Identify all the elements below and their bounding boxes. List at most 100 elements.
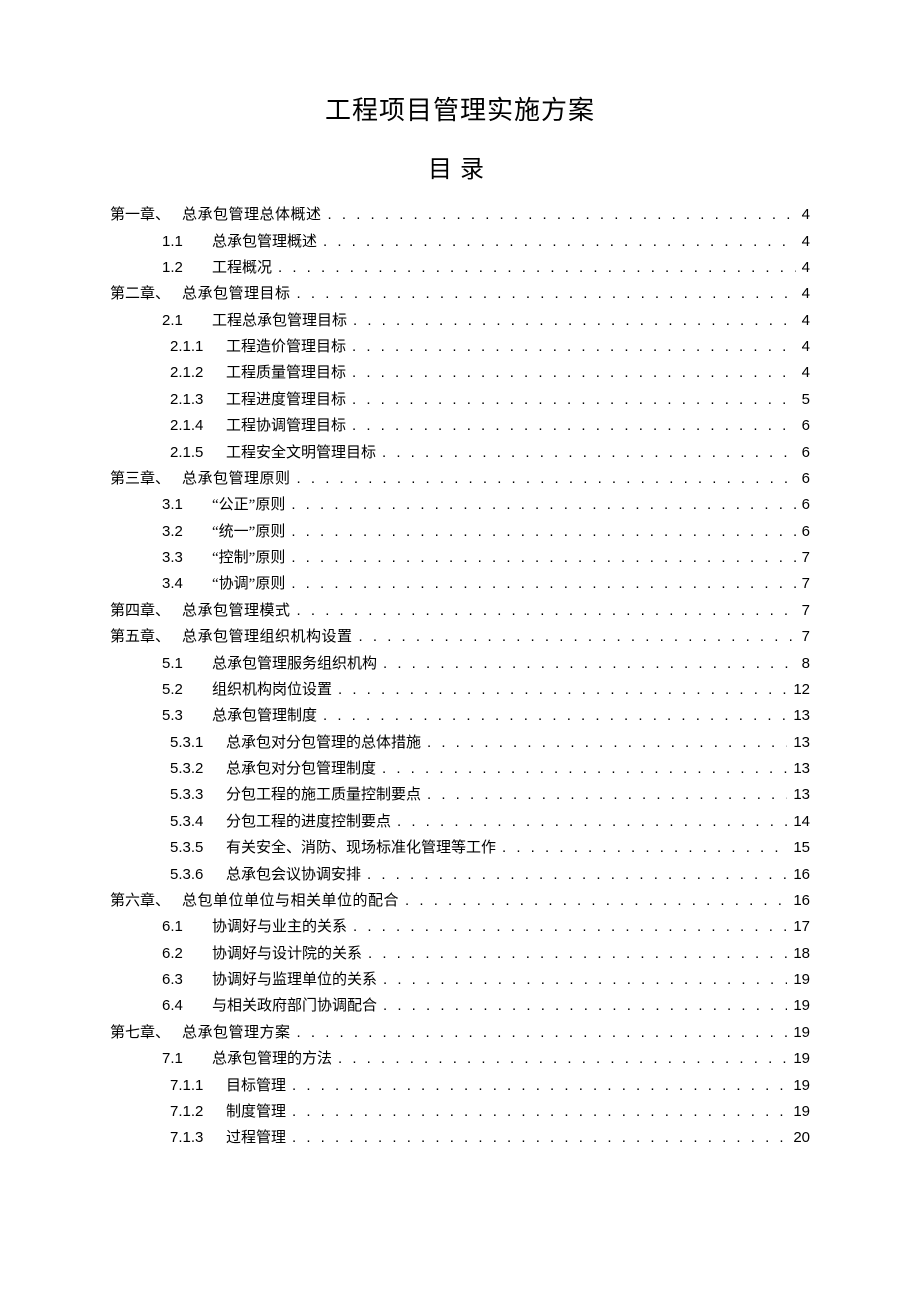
- toc-entry[interactable]: 2.1.1工程造价管理目标4: [110, 334, 810, 360]
- toc-entry[interactable]: 7.1.2制度管理19: [110, 1099, 810, 1125]
- toc-entry-title: 总承包管理原则: [182, 472, 291, 487]
- toc-leader-dots: [297, 286, 796, 301]
- toc-entry[interactable]: 5.3.6总承包会议协调安排16: [110, 861, 810, 887]
- toc-entry[interactable]: 第七章、总承包管理方案19: [110, 1020, 810, 1046]
- toc-entry-page: 13: [787, 735, 810, 750]
- toc-entry-page: 19: [787, 1025, 810, 1040]
- toc-entry[interactable]: 5.3.3分包工程的施工质量控制要点13: [110, 782, 810, 808]
- toc-entry-number: 1.2: [162, 260, 212, 275]
- toc-entry-page: 6: [796, 471, 810, 486]
- toc-entry-title: 制度管理: [226, 1105, 286, 1120]
- toc-leader-dots: [502, 840, 787, 855]
- toc-entry[interactable]: 第一章、总承包管理总体概述4: [110, 202, 810, 228]
- toc-entry-number: 6.2: [162, 946, 212, 961]
- toc-entry-page: 4: [796, 286, 810, 301]
- toc-entry[interactable]: 2.1.2工程质量管理目标4: [110, 360, 810, 386]
- toc-entry[interactable]: 7.1.1目标管理19: [110, 1072, 810, 1098]
- toc-entry-number: 2.1.4: [170, 418, 226, 433]
- toc-entry[interactable]: 5.3.1总承包对分包管理的总体措施13: [110, 730, 810, 756]
- toc-entry[interactable]: 2.1.4工程协调管理目标6: [110, 413, 810, 439]
- toc-entry-page: 4: [796, 260, 810, 275]
- toc-entry-number: 第七章、: [110, 1026, 182, 1041]
- toc-entry-page: 18: [787, 946, 810, 961]
- toc-entry-title: 总承包会议协调安排: [226, 868, 361, 883]
- toc-leader-dots: [328, 207, 796, 222]
- toc-entry-title: “控制”原则: [212, 551, 285, 566]
- toc-entry-number: 第三章、: [110, 472, 182, 487]
- toc-entry[interactable]: 5.3.4分包工程的进度控制要点14: [110, 809, 810, 835]
- toc-entry[interactable]: 第三章、总承包管理原则 6: [110, 466, 810, 492]
- toc-entry-page: 14: [787, 814, 810, 829]
- toc-entry-page: 7: [796, 603, 810, 618]
- toc-entry-number: 5.3.5: [170, 840, 226, 855]
- toc-leader-dots: [368, 946, 787, 961]
- toc-leader-dots: [352, 418, 796, 433]
- toc-entry[interactable]: 3.3“控制”原则7: [110, 545, 810, 571]
- toc-leader-dots: [297, 1025, 788, 1040]
- toc-leader-dots: [291, 497, 795, 512]
- toc-entry[interactable]: 5.3.5有关安全、消防、现场标准化管理等工作15: [110, 835, 810, 861]
- table-of-contents: 第一章、总承包管理总体概述41.1总承包管理概述41.2工程概况4第二章、总承包…: [110, 202, 810, 1152]
- toc-entry-number: 5.2: [162, 682, 212, 697]
- toc-entry[interactable]: 3.4“协调”原则7: [110, 571, 810, 597]
- toc-entry-title: 组织机构岗位设置: [212, 683, 332, 698]
- toc-entry[interactable]: 5.3.2总承包对分包管理制度13: [110, 756, 810, 782]
- toc-entry-title: 工程质量管理目标: [226, 366, 346, 381]
- toc-entry-page: 7: [796, 576, 810, 591]
- toc-entry[interactable]: 5.3总承包管理制度13: [110, 703, 810, 729]
- toc-leader-dots: [427, 735, 787, 750]
- toc-entry[interactable]: 2.1.3工程进度管理目标5: [110, 387, 810, 413]
- toc-leader-dots: [352, 392, 796, 407]
- toc-entry[interactable]: 7.1总承包管理的方法19: [110, 1046, 810, 1072]
- toc-entry-title: 总承包管理的方法: [212, 1052, 332, 1067]
- toc-entry-title: 总承包管理组织机构设置: [182, 630, 353, 645]
- toc-entry[interactable]: 第六章、总包单位单位与相关单位的配合16: [110, 888, 810, 914]
- toc-entry-page: 12: [787, 682, 810, 697]
- toc-entry[interactable]: 第四章、总承包管理模式 7: [110, 598, 810, 624]
- toc-entry[interactable]: 6.2协调好与设计院的关系 18: [110, 941, 810, 967]
- toc-entry-number: 5.1: [162, 656, 212, 671]
- toc-entry[interactable]: 7.1.3过程管理20: [110, 1125, 810, 1151]
- toc-entry-number: 2.1.2: [170, 365, 226, 380]
- toc-entry[interactable]: 2.1.5工程安全文明管理目标6: [110, 439, 810, 465]
- toc-entry[interactable]: 第二章、总承包管理目标4: [110, 281, 810, 307]
- toc-entry[interactable]: 3.2“统一”原则6: [110, 519, 810, 545]
- toc-entry[interactable]: 1.1总承包管理概述4: [110, 228, 810, 254]
- toc-entry-title: 过程管理: [226, 1131, 286, 1146]
- toc-leader-dots: [352, 365, 796, 380]
- toc-entry-number: 1.1: [162, 234, 212, 249]
- toc-entry-number: 5.3.3: [170, 787, 226, 802]
- toc-entry[interactable]: 6.4与相关政府部门协调配合19: [110, 993, 810, 1019]
- toc-entry-page: 7: [796, 629, 810, 644]
- toc-entry[interactable]: 3.1“公正”原则6: [110, 492, 810, 518]
- toc-entry-number: 2.1.1: [170, 339, 226, 354]
- toc-entry-page: 13: [787, 708, 810, 723]
- toc-leader-dots: [382, 445, 796, 460]
- toc-entry[interactable]: 6.1协调好与业主的关系17: [110, 914, 810, 940]
- toc-entry-title: 总承包管理模式: [182, 604, 291, 619]
- toc-entry[interactable]: 1.2工程概况4: [110, 255, 810, 281]
- toc-entry-number: 第四章、: [110, 604, 182, 619]
- toc-entry-number: 7.1.3: [170, 1130, 226, 1145]
- toc-entry-page: 5: [796, 392, 810, 407]
- toc-entry-title: 分包工程的进度控制要点: [226, 815, 391, 830]
- toc-entry-page: 4: [796, 339, 810, 354]
- toc-entry[interactable]: 5.2组织机构岗位设置 12: [110, 677, 810, 703]
- toc-entry-title: 总承包对分包管理制度: [226, 762, 376, 777]
- toc-entry-page: 19: [787, 1104, 810, 1119]
- toc-entry[interactable]: 2.1工程总承包管理目标4: [110, 308, 810, 334]
- toc-entry-title: 有关安全、消防、现场标准化管理等工作: [226, 841, 496, 856]
- toc-entry-title: 协调好与设计院的关系: [212, 947, 362, 962]
- toc-entry-number: 7.1.1: [170, 1078, 226, 1093]
- toc-leader-dots: [291, 524, 795, 539]
- toc-entry[interactable]: 第五章、总承包管理组织机构设置7: [110, 624, 810, 650]
- toc-entry-page: 4: [796, 313, 810, 328]
- toc-entry[interactable]: 6.3协调好与监理单位的关系19: [110, 967, 810, 993]
- toc-entry-page: 6: [796, 524, 810, 539]
- toc-entry-page: 8: [796, 656, 810, 671]
- toc-entry-title: 与相关政府部门协调配合: [212, 999, 377, 1014]
- toc-entry[interactable]: 5.1总承包管理服务组织机构 8: [110, 650, 810, 676]
- toc-leader-dots: [323, 234, 796, 249]
- toc-entry-title: 总承包管理服务组织机构: [212, 657, 377, 672]
- toc-entry-title: “公正”原则: [212, 498, 285, 513]
